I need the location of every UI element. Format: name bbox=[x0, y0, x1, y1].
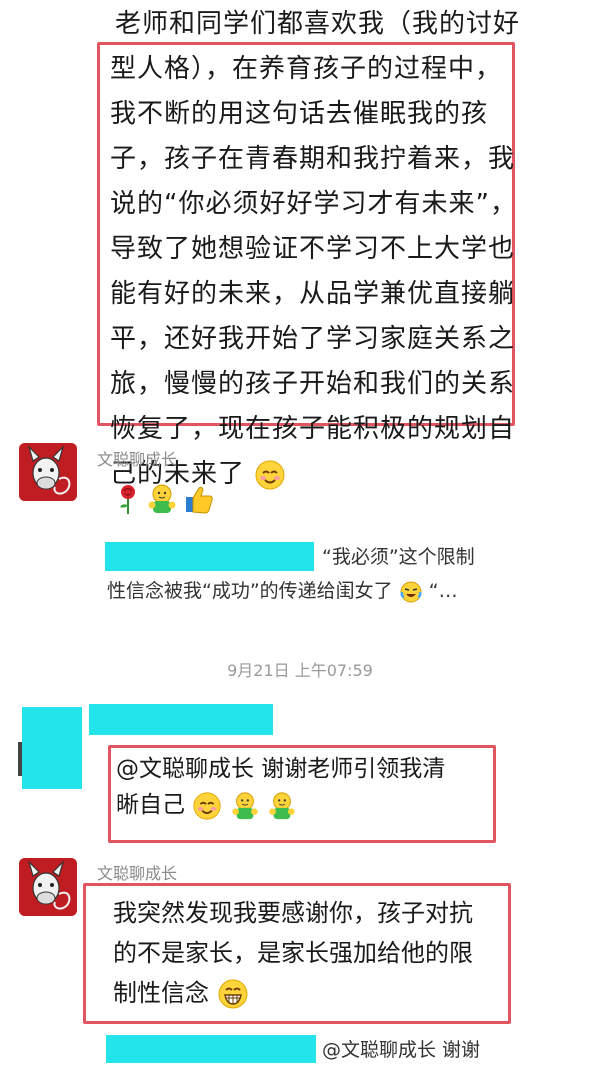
message-line: 型人格），在养育孩子的过程中， bbox=[110, 54, 503, 84]
message-line: 的不是家长，是家长强加给他的限 bbox=[113, 939, 473, 967]
donkey-avatar-icon bbox=[19, 858, 77, 916]
smile-emoji-icon bbox=[193, 791, 221, 820]
crying-laughing-emoji-icon bbox=[400, 581, 422, 602]
rose-emoji-icon bbox=[120, 485, 135, 514]
message-line: 子，孩子在青春期和我拧着来，我 bbox=[110, 144, 516, 174]
quote-reply-line: “我必须”这个限制 bbox=[322, 546, 475, 568]
redacted-block bbox=[106, 1035, 316, 1063]
quote-text: 性信念被我“成功”的传递给闺女了 bbox=[107, 580, 393, 602]
message-body: 型人格），在养育孩子的过程中， 我不断的用这句话去催眠我的孩 子，孩子在青春期和… bbox=[110, 47, 517, 497]
quote-reply-line: @文聪聊成长 谢谢 bbox=[322, 1039, 481, 1061]
message-line-last: 制性信念 bbox=[113, 973, 473, 1013]
message-line: 平，还好我开始了学习家庭关系之 bbox=[110, 324, 516, 354]
message-line-last: 晰自己 bbox=[116, 787, 445, 823]
message-line: 说的“你必须好好学习才有未来”， bbox=[110, 189, 517, 219]
message-bubble: 我突然发现我要感谢你，孩子对抗 的不是家长，是家长强加给他的限 制性信念 bbox=[113, 893, 473, 1013]
thumbs-up-emoji-icon bbox=[186, 486, 213, 514]
emoji-message bbox=[115, 483, 215, 515]
message-line: 能有好的未来，从品学兼优直接躺 bbox=[110, 279, 516, 309]
message-line-text: 晰自己 bbox=[116, 792, 185, 818]
message-bubble: @文聪聊成长 谢谢老师引领我清 晰自己 bbox=[116, 751, 445, 823]
message-line: 我突然发现我要感谢你，孩子对抗 bbox=[113, 899, 473, 927]
hug-emoji-icon bbox=[269, 791, 295, 819]
redacted-avatar bbox=[22, 707, 82, 789]
message-line-text: 制性信念 bbox=[113, 979, 209, 1007]
hug-emoji-icon bbox=[148, 484, 176, 513]
redacted-block bbox=[105, 542, 314, 571]
message-line: @文聪聊成长 谢谢老师引领我清 bbox=[116, 756, 446, 782]
timestamp: 9月21日 上午07:59 bbox=[227, 661, 373, 680]
avatar[interactable] bbox=[19, 858, 77, 916]
donkey-avatar-icon bbox=[19, 443, 77, 501]
sender-name: 文聪聊成长 bbox=[97, 450, 178, 469]
redacted-sender-name bbox=[89, 704, 273, 735]
avatar[interactable] bbox=[19, 443, 77, 501]
sender-name: 文聪聊成长 bbox=[97, 864, 178, 883]
quote-ellipsis: “… bbox=[428, 580, 458, 602]
grin-emoji-icon bbox=[218, 979, 248, 1009]
message-lead-line: 老师和同学们都喜欢我（我的讨好 bbox=[115, 9, 521, 39]
message-line: 旅，慢慢的孩子开始和我们的关系 bbox=[110, 369, 516, 399]
message-line: 导致了她想验证不学习不上大学也 bbox=[110, 234, 516, 264]
quote-reply-line: 性信念被我“成功”的传递给闺女了 “… bbox=[107, 575, 458, 607]
message-line: 我不断的用这句话去催眠我的孩 bbox=[110, 99, 489, 129]
hug-emoji-icon bbox=[231, 791, 258, 819]
smile-emoji-icon bbox=[255, 460, 285, 489]
